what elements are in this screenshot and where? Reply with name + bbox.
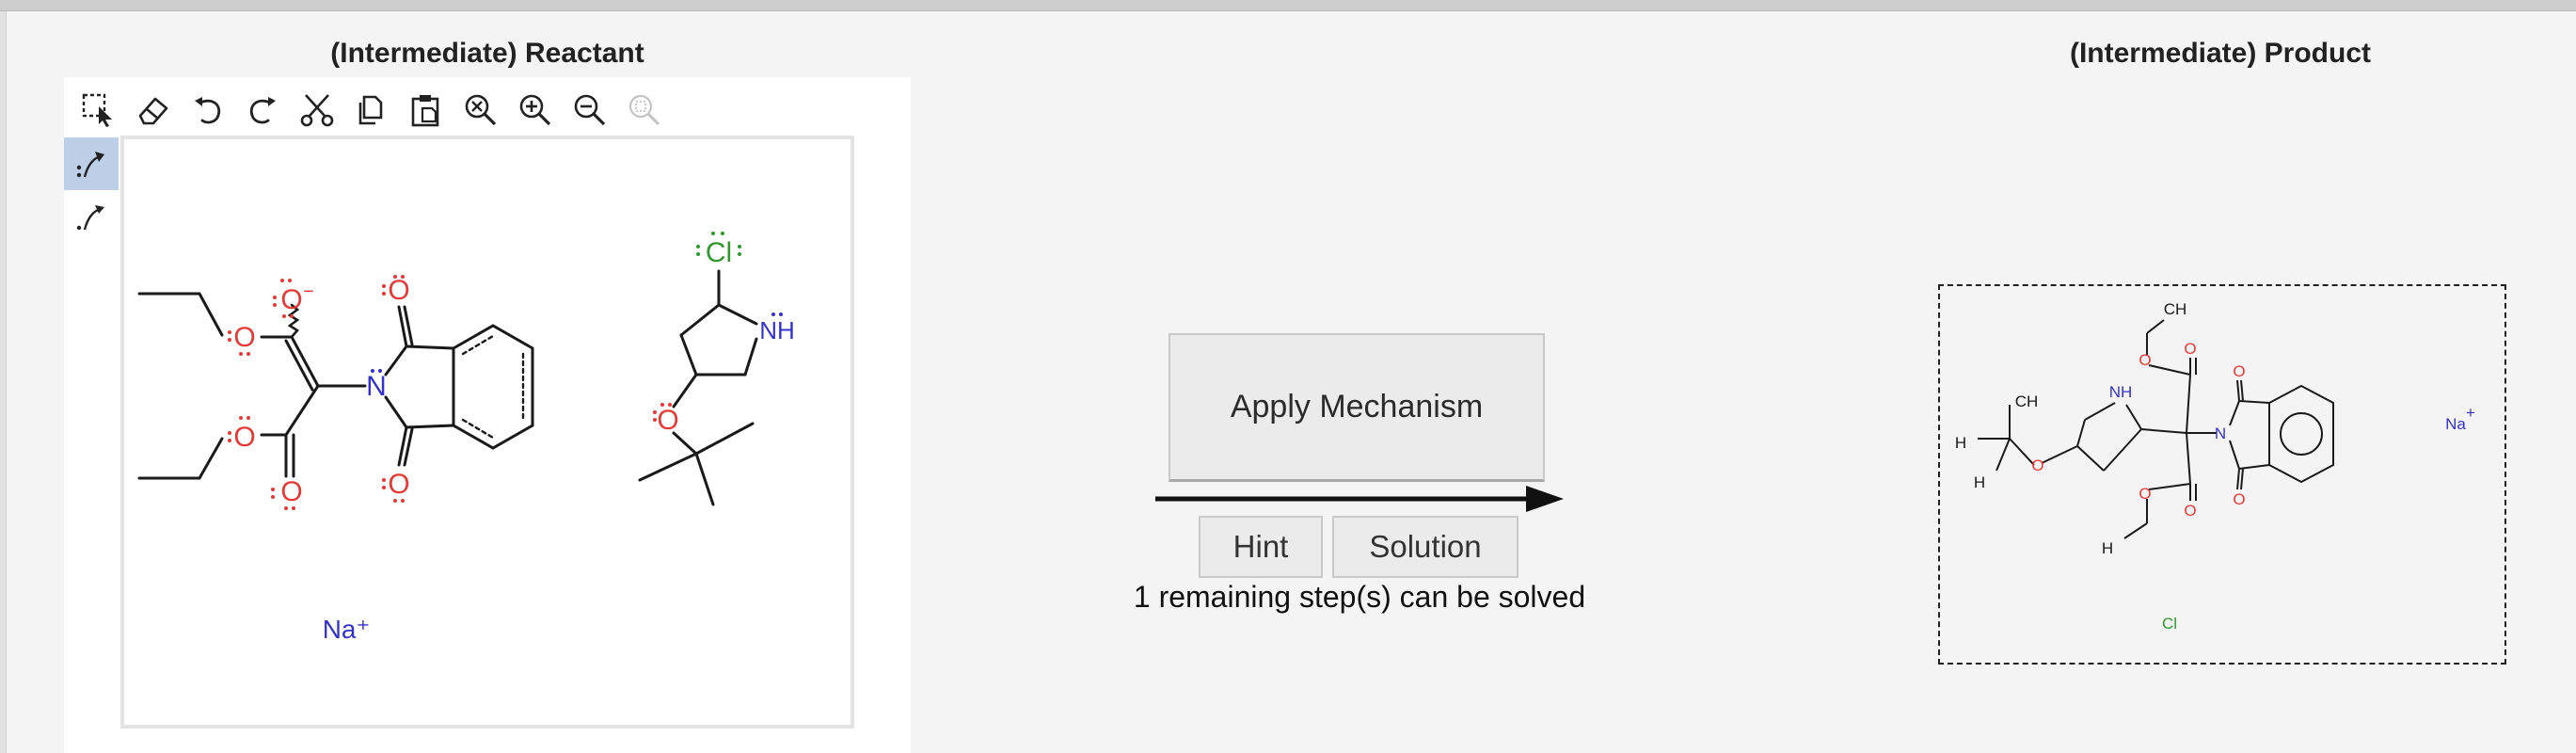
solution-button[interactable]: Solution — [1332, 516, 1519, 578]
anion-charge: − — [303, 281, 314, 302]
label-ch3-tbu: CH — [2015, 393, 2039, 410]
atom-o-imide-bottom[interactable]: O — [388, 469, 409, 500]
product-structure-box[interactable]: CH CH H H H NH N O O O O O O O Na + Cl — [1938, 284, 2506, 665]
copy-icon[interactable] — [344, 88, 399, 132]
label-nh: NH — [2109, 383, 2133, 401]
label-o-imide-bottom: O — [2233, 490, 2245, 508]
sodium-counterion[interactable]: Na⁺ — [323, 615, 371, 644]
label-o-ether: O — [2031, 457, 2043, 474]
mechanism-side-tools — [64, 137, 119, 243]
apply-mechanism-button[interactable]: Apply Mechanism — [1169, 333, 1545, 482]
product-title: (Intermediate) Product — [2069, 38, 2372, 69]
label-na-charge: + — [2466, 404, 2475, 422]
atom-o-anion[interactable]: O — [280, 284, 302, 315]
hint-button[interactable]: Hint — [1199, 516, 1323, 578]
eraser-icon[interactable] — [126, 88, 181, 132]
cut-icon[interactable] — [290, 88, 344, 132]
label-h3c-left: H — [1955, 434, 1966, 452]
select-icon[interactable] — [72, 88, 126, 132]
reactant-editor: O − O O O N O O Cl NH O Na⁺ — [64, 77, 911, 753]
label-h3c-bottom: H — [1974, 473, 1985, 491]
atom-n-imide[interactable]: N — [366, 371, 387, 402]
label-o-carbonyl-bottom: O — [2184, 502, 2196, 520]
reactant-title: (Intermediate) Reactant — [330, 38, 644, 69]
atom-o-ester-lower[interactable]: O — [233, 422, 255, 453]
undo-icon[interactable] — [181, 88, 235, 132]
atom-o-imide-top[interactable]: O — [388, 275, 409, 306]
reaction-arrow — [1155, 486, 1564, 512]
zoom-in-icon[interactable] — [508, 88, 563, 132]
zoom-fit-icon[interactable] — [453, 88, 508, 132]
label-chloride: Cl — [2162, 615, 2177, 633]
window-top-bar — [0, 0, 2576, 11]
label-o-ester-bottom: O — [2139, 485, 2151, 503]
label-o-ester-top: O — [2139, 351, 2151, 369]
remaining-steps-status: 1 remaining step(s) can be solved — [1133, 580, 1586, 614]
label-o-carbonyl-top: O — [2184, 340, 2196, 358]
atom-nh[interactable]: NH — [759, 316, 795, 344]
editor-toolbar — [72, 88, 672, 132]
single-electron-arrow-icon[interactable] — [64, 190, 119, 243]
window-left-edge — [0, 11, 7, 753]
paste-icon[interactable] — [399, 88, 453, 132]
atom-o-ester-upper[interactable]: O — [233, 322, 255, 353]
reactant-canvas[interactable]: O − O O O N O O Cl NH O Na⁺ — [120, 136, 854, 729]
atom-cl[interactable]: Cl — [706, 237, 732, 268]
label-ch3-top: CH — [2164, 300, 2187, 318]
zoom-reset-icon[interactable] — [617, 88, 672, 132]
label-na: Na — [2445, 415, 2466, 433]
atom-o-ether[interactable]: O — [657, 405, 678, 436]
atom-o-carbonyl[interactable]: O — [280, 476, 302, 507]
label-o-imide-top: O — [2233, 362, 2245, 380]
redo-icon[interactable] — [235, 88, 290, 132]
zoom-out-icon[interactable] — [563, 88, 617, 132]
label-n: N — [2215, 425, 2226, 442]
electron-pair-arrow-icon[interactable] — [64, 137, 119, 190]
label-h3c-ester: H — [2102, 539, 2113, 557]
